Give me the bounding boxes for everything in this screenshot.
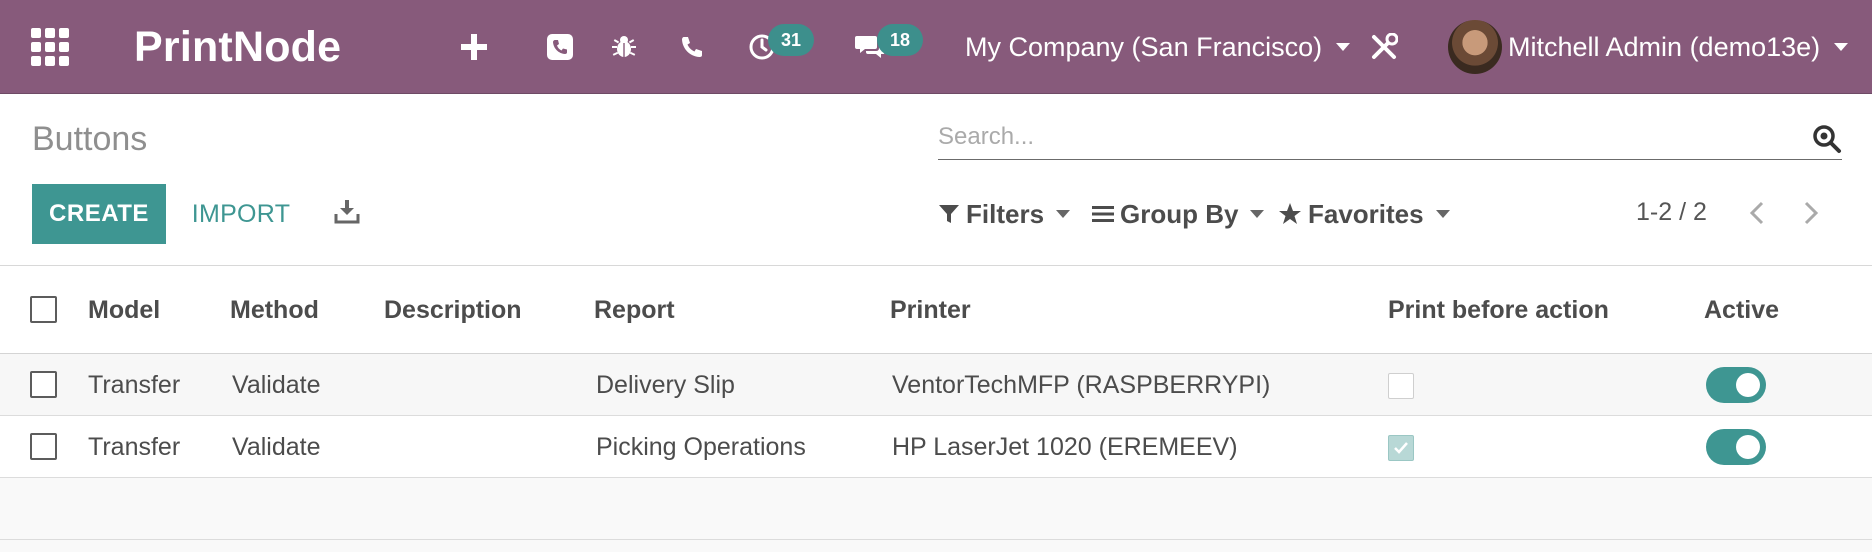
app-title[interactable]: PrintNode (134, 0, 341, 94)
breadcrumb: Buttons (32, 120, 148, 158)
create-button[interactable]: CREATE (32, 184, 166, 244)
filter-icon (939, 205, 959, 223)
column-header-print-before-action[interactable]: Print before action (1388, 266, 1609, 354)
column-header-active[interactable]: Active (1704, 266, 1779, 354)
cell-report: Picking Operations (596, 432, 806, 461)
table-header: Model Method Description Report Printer … (0, 266, 1872, 354)
company-name: My Company (San Francisco) (965, 31, 1323, 62)
cell-method: Validate (232, 370, 321, 399)
cell-printer: HP LaserJet 1020 (EREMEEV) (892, 432, 1238, 461)
pager-next-chevron-right-icon[interactable] (1796, 196, 1826, 230)
cell-printer: VentorTechMFP (RASPBERRYPI) (892, 370, 1271, 399)
favorites-label: Favorites (1308, 198, 1424, 229)
row-select-checkbox[interactable] (30, 433, 57, 460)
phone-icon[interactable] (674, 0, 710, 94)
row-select-checkbox[interactable] (30, 371, 57, 398)
company-switcher[interactable]: My Company (San Francisco) (965, 0, 1351, 94)
search-icon[interactable] (1812, 124, 1842, 159)
chevron-down-icon (1056, 210, 1071, 218)
pager-value[interactable]: 1-2 / 2 (1636, 198, 1707, 227)
table-row[interactable]: Transfer Validate Picking Operations HP … (0, 416, 1872, 478)
active-toggle[interactable] (1706, 429, 1766, 465)
select-all-checkbox[interactable] (30, 296, 57, 323)
filters-dropdown[interactable]: Filters (938, 184, 1071, 244)
group-by-label: Group By (1120, 198, 1239, 229)
table-empty-row (0, 478, 1872, 540)
column-header-model[interactable]: Model (88, 266, 160, 354)
table-row[interactable]: Transfer Validate Delivery Slip VentorTe… (0, 354, 1872, 416)
control-panel: Buttons CREATE IMPORT Filters Group By F… (0, 94, 1872, 266)
chevron-down-icon (1250, 210, 1265, 218)
search-bar (938, 116, 1842, 160)
cell-model: Transfer (88, 370, 181, 399)
user-name: Mitchell Admin (demo13e) (1508, 31, 1821, 62)
search-input[interactable] (938, 116, 1788, 158)
quick-create-plus-icon[interactable] (456, 0, 492, 94)
checkmark-icon (1394, 442, 1408, 454)
activity-count-badge[interactable]: 31 (768, 24, 814, 56)
print-before-action-checkbox (1388, 373, 1414, 399)
column-header-method[interactable]: Method (230, 266, 319, 354)
active-toggle[interactable] (1706, 367, 1766, 403)
star-icon (1279, 203, 1301, 224)
favorites-dropdown[interactable]: Favorites (1278, 184, 1450, 244)
cell-report: Delivery Slip (596, 370, 735, 399)
column-header-printer[interactable]: Printer (890, 266, 971, 354)
user-avatar[interactable] (1448, 20, 1502, 74)
column-header-report[interactable]: Report (594, 266, 675, 354)
chevron-down-icon (1435, 210, 1450, 218)
chevron-down-icon (1336, 43, 1351, 51)
column-header-description[interactable]: Description (384, 266, 522, 354)
chevron-down-icon (1834, 43, 1849, 51)
pager-previous-chevron-left-icon[interactable] (1742, 196, 1772, 230)
print-before-action-checkbox (1388, 435, 1414, 461)
messages-count-badge[interactable]: 18 (877, 24, 923, 56)
settings-tools-icon[interactable] (1366, 0, 1402, 94)
cell-method: Validate (232, 432, 321, 461)
top-navbar: PrintNode 31 18 My Company (San Francisc… (0, 0, 1872, 94)
filters-label: Filters (966, 198, 1045, 229)
voip-phone-square-icon[interactable] (542, 0, 578, 94)
cell-model: Transfer (88, 432, 181, 461)
import-button[interactable]: IMPORT (188, 184, 294, 244)
bars-icon (1092, 206, 1114, 222)
group-by-dropdown[interactable]: Group By (1092, 184, 1265, 244)
user-menu[interactable]: Mitchell Admin (demo13e) (1508, 0, 1849, 94)
download-icon[interactable] (334, 198, 360, 229)
debug-bug-icon[interactable] (606, 0, 642, 94)
apps-menu-grid-icon[interactable] (30, 0, 70, 94)
